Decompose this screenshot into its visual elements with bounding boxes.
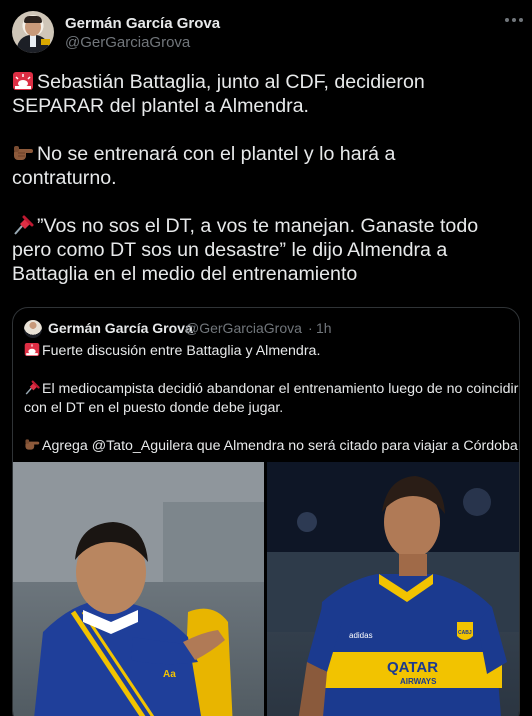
sponsor-line-1: QATAR: [387, 659, 438, 676]
sponsor-line-2: AIRWAYS: [400, 677, 437, 686]
quoted-text: Fuerte discusión entre Battaglia y Almen…: [24, 342, 519, 475]
pointing-hand-icon: [25, 439, 40, 450]
player-illustration: QATAR AIRWAYS adidas CABJ: [267, 462, 519, 716]
quoted-line-4: Agrega @Tato_Aguilera que Almendra no se…: [42, 438, 520, 454]
tweet-text: Sebastián Battaglia, junto al CDF, decid…: [12, 70, 522, 310]
quoted-paragraph-3: Agrega @Tato_Aguilera que Almendra no se…: [24, 437, 519, 456]
tweet-header: Germán García Grova @GerGarciaGrova: [0, 0, 532, 60]
quoted-media[interactable]: Aa QATAR AIRWAYS adidas CABJ: [13, 462, 519, 716]
tweet-paragraph-1: Sebastián Battaglia, junto al CDF, decid…: [12, 70, 522, 118]
quoted-line-2: El mediocampista decidió abandonar el en…: [42, 381, 519, 397]
tweet-line-4: contraturno.: [12, 167, 117, 189]
more-options-icon[interactable]: [504, 14, 524, 26]
kit-brand-label: adidas: [349, 631, 373, 640]
pushpin-icon: [25, 380, 40, 395]
crest-label: CABJ: [458, 630, 472, 636]
avatar-hair: [24, 16, 42, 23]
quoted-separator: ·: [308, 320, 313, 336]
quoted-line-3: con el DT en el puesto donde debe jugar.: [24, 400, 284, 416]
pushpin-icon: [14, 215, 34, 235]
author-name[interactable]: Germán García Grova: [65, 15, 220, 32]
quoted-author-handle[interactable]: @GerGarciaGrova: [185, 320, 302, 336]
jacket-logo: Aa: [163, 669, 176, 680]
tweet-line-7: Battaglia en el medio del entrenamiento: [12, 263, 358, 285]
quoted-tweet[interactable]: Germán García Grova @GerGarciaGrova · 1h…: [12, 307, 520, 716]
tweet-paragraph-2: No se entrenará con el plantel y lo hará…: [12, 142, 522, 190]
author-avatar[interactable]: [12, 11, 54, 53]
avatar-tag: [41, 39, 50, 45]
quoted-author-name[interactable]: Germán García Grova: [48, 320, 193, 336]
tweet-line-2: SEPARAR del plantel a Almendra.: [12, 95, 309, 117]
tweet-line-3: No se entrenará con el plantel y lo hará…: [37, 143, 396, 165]
tweet-line-5: ”Vos no sos el DT, a vos te manejan. Gan…: [37, 215, 479, 237]
tweet-paragraph-3: ”Vos no sos el DT, a vos te manejan. Gan…: [12, 214, 522, 286]
coach-illustration: Aa: [13, 462, 264, 716]
tweet-line-6: pero como DT sos un desastre” le dijo Al…: [12, 239, 448, 261]
author-handle[interactable]: @GerGarciaGrova: [65, 34, 190, 51]
siren-icon: [13, 72, 33, 90]
avatar-shirt: [30, 35, 36, 47]
photo-player[interactable]: QATAR AIRWAYS adidas CABJ: [267, 462, 519, 716]
quoted-paragraph-1: Fuerte discusión entre Battaglia y Almen…: [24, 342, 514, 361]
photo-coach[interactable]: Aa: [13, 462, 264, 716]
quoted-line-1: Fuerte discusión entre Battaglia y Almen…: [42, 343, 321, 359]
tweet-line-1: Sebastián Battaglia, junto al CDF, decid…: [37, 71, 425, 93]
quoted-timestamp[interactable]: 1h: [316, 320, 332, 336]
quoted-paragraph-2: El mediocampista decidió abandonar el en…: [24, 380, 518, 418]
pointing-hand-icon: [14, 146, 33, 160]
quoted-author-avatar[interactable]: [24, 320, 42, 338]
siren-icon: [24, 342, 40, 357]
